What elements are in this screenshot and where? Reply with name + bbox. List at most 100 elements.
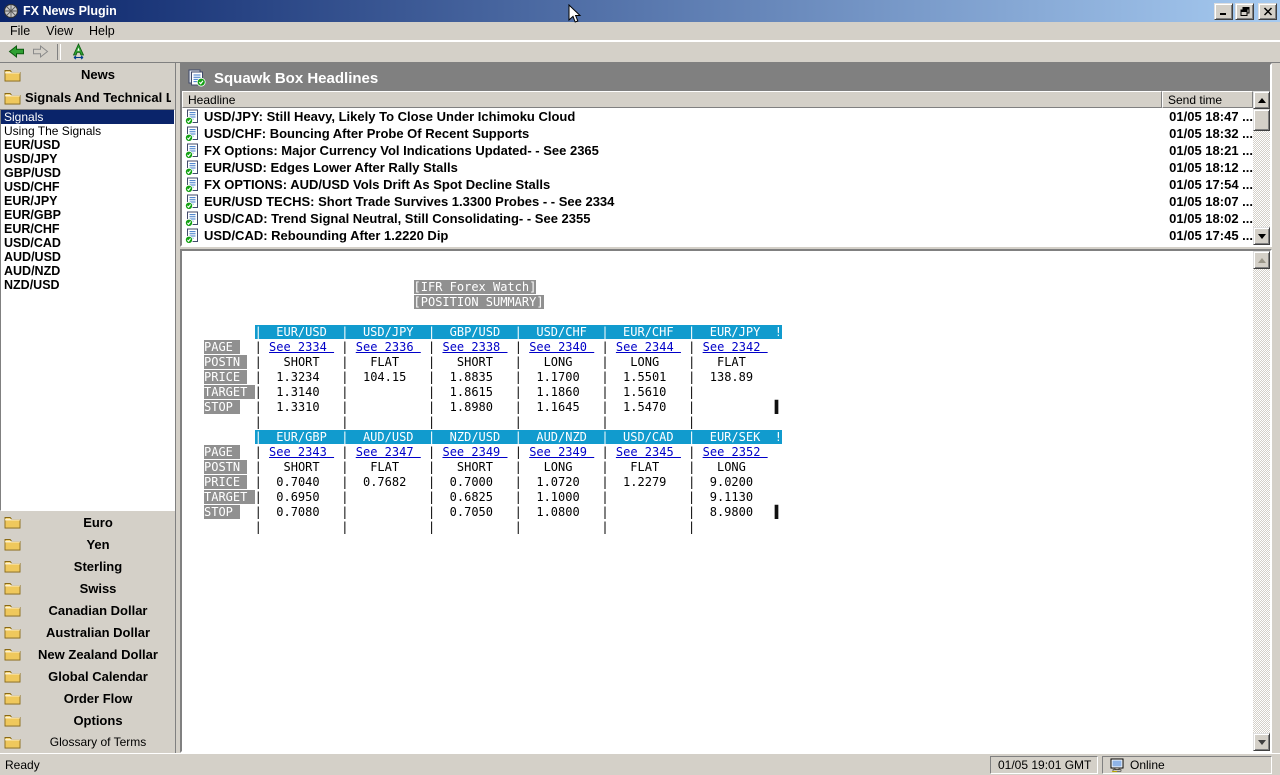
scroll-track[interactable] <box>1253 131 1270 227</box>
close-button[interactable] <box>1258 3 1277 20</box>
folder-label: Options <box>25 713 171 728</box>
sidebar-item-signals[interactable]: Signals <box>1 110 174 124</box>
sidebar-folder-signals-and-technical-le[interactable]: Signals And Technical Le <box>0 86 175 109</box>
summary-line: TARGET | 1.3140 | | 1.8615 | 1.1860 | 1.… <box>204 385 1253 400</box>
minimize-button[interactable] <box>1214 3 1233 20</box>
summary-text: | <box>255 340 269 354</box>
sidebar-item-eur-usd[interactable]: EUR/USD <box>1 138 174 152</box>
headline-send-time: 01/05 17:54 ... <box>1161 177 1253 192</box>
summary-text <box>247 370 254 384</box>
headlines-rows: USD/JPY: Still Heavy, Likely To Close Un… <box>182 108 1253 244</box>
page-link[interactable]: See 2342 <box>703 340 768 354</box>
sidebar-item-usd-cad[interactable]: USD/CAD <box>1 236 174 250</box>
headline-text: USD/JPY: Still Heavy, Likely To Close Un… <box>204 109 1161 124</box>
summary-text <box>240 400 254 414</box>
headline-doc-icon <box>184 109 200 125</box>
headline-row[interactable]: USD/CHF: Bouncing After Probe Of Recent … <box>182 125 1253 142</box>
column-send-time[interactable]: Send time <box>1162 91 1253 108</box>
forward-button[interactable] <box>28 42 52 62</box>
sidebar-folder-glossary-of-terms[interactable]: Glossary of Terms <box>0 731 175 753</box>
scroll-up-button[interactable] <box>1253 251 1270 269</box>
sidebar-item-using-the-signals[interactable]: Using The Signals <box>1 124 174 138</box>
font-size-button[interactable] <box>66 42 90 62</box>
sidebar-folder-order-flow[interactable]: Order Flow <box>0 687 175 709</box>
sidebar-folder-canadian-dollar[interactable]: Canadian Dollar <box>0 599 175 621</box>
sidebar-item-usd-chf[interactable]: USD/CHF <box>1 180 174 194</box>
summary-line: PAGE | See 2343 | See 2347 | See 2349 | … <box>204 445 1253 460</box>
scroll-down-button[interactable] <box>1253 733 1270 751</box>
summary-text: | <box>341 445 355 459</box>
sidebar-folder-swiss[interactable]: Swiss <box>0 577 175 599</box>
summary-line: | EUR/GBP | AUD/USD | NZD/USD | AUD/NZD … <box>204 430 1253 445</box>
headline-row[interactable]: EUR/USD TECHS: Short Trade Survives 1.33… <box>182 193 1253 210</box>
squawk-box-icon <box>188 69 207 87</box>
headline-row[interactable]: USD/JPY: Still Heavy, Likely To Close Un… <box>182 108 1253 125</box>
headline-row[interactable]: FX OPTIONS: AUD/USD Vols Drift As Spot D… <box>182 176 1253 193</box>
scroll-down-button[interactable] <box>1253 227 1270 245</box>
headline-row[interactable]: EUR/USD: Edges Lower After Rally Stalls0… <box>182 159 1253 176</box>
sidebar-folder-global-calendar[interactable]: Global Calendar <box>0 665 175 687</box>
summary-text: | <box>601 445 615 459</box>
summary-text <box>247 460 254 474</box>
row-label: PRICE <box>204 370 247 384</box>
page-link[interactable]: See 2352 <box>703 445 768 459</box>
headline-row[interactable]: FX Options: Major Currency Vol Indicatio… <box>182 142 1253 159</box>
headline-text: FX OPTIONS: AUD/USD Vols Drift As Spot D… <box>204 177 1161 192</box>
folder-icon <box>4 91 21 105</box>
sidebar-folder-yen[interactable]: Yen <box>0 533 175 555</box>
sidebar-list: SignalsUsing The SignalsEUR/USDUSD/JPYGB… <box>0 109 175 511</box>
summary-text: | 0.6950 | | 0.6825 | 1.1000 | | 9.1130 <box>255 490 775 504</box>
sidebar-folder-australian-dollar[interactable]: Australian Dollar <box>0 621 175 643</box>
scroll-thumb[interactable] <box>1253 109 1270 131</box>
headline-send-time: 01/05 17:45 ... <box>1161 228 1253 243</box>
headline-row[interactable]: USD/CAD: Trend Signal Neutral, Still Con… <box>182 210 1253 227</box>
status-ready: Ready <box>0 758 986 772</box>
summary-text: | SHORT | FLAT | SHORT | LONG | LONG | F… <box>255 355 775 369</box>
page-link[interactable]: See 2334 <box>269 340 334 354</box>
summary-text: | <box>428 445 442 459</box>
headline-send-time: 01/05 18:32 ... <box>1161 126 1253 141</box>
page-link[interactable]: See 2349 <box>529 445 594 459</box>
headline-doc-icon <box>184 143 200 159</box>
page-link[interactable]: See 2340 <box>529 340 594 354</box>
sidebar-item-usd-jpy[interactable]: USD/JPY <box>1 152 174 166</box>
page-link[interactable]: See 2338 <box>442 340 507 354</box>
font-size-icon <box>70 43 87 60</box>
headline-row[interactable]: USD/CAD: Rebounding After 1.2220 Dip01/0… <box>182 227 1253 244</box>
toolbar <box>0 40 1280 63</box>
menu-help[interactable]: Help <box>81 23 123 40</box>
scroll-track[interactable] <box>1253 269 1270 733</box>
restore-button[interactable] <box>1235 3 1254 20</box>
sidebar-folder-options[interactable]: Options <box>0 709 175 731</box>
sidebar-item-nzd-usd[interactable]: NZD/USD <box>1 278 174 292</box>
sidebar-folder-sterling[interactable]: Sterling <box>0 555 175 577</box>
menu-file[interactable]: File <box>2 23 38 40</box>
page-link[interactable]: See 2344 <box>616 340 681 354</box>
online-icon <box>1110 758 1125 772</box>
back-button[interactable] <box>4 42 28 62</box>
summary-scrollbar[interactable] <box>1253 251 1270 751</box>
page-link[interactable]: See 2345 <box>616 445 681 459</box>
headlines-scrollbar[interactable] <box>1253 91 1270 245</box>
sidebar-item-eur-gbp[interactable]: EUR/GBP <box>1 208 174 222</box>
sidebar-item-eur-jpy[interactable]: EUR/JPY <box>1 194 174 208</box>
summary-line: | EUR/USD | USD/JPY | GBP/USD | USD/CHF … <box>204 325 1253 340</box>
page-link[interactable]: See 2343 <box>269 445 334 459</box>
summary-text <box>240 340 254 354</box>
scroll-up-button[interactable] <box>1253 91 1270 109</box>
column-headline[interactable]: Headline <box>182 91 1162 108</box>
sidebar-folder-euro[interactable]: Euro <box>0 511 175 533</box>
page-link[interactable]: See 2336 <box>356 340 421 354</box>
position-summary-text: [IFR Forex Watch] [POSITION SUMMARY] | E… <box>182 251 1253 751</box>
page-link[interactable]: See 2347 <box>356 445 421 459</box>
sidebar-folder-news[interactable]: News <box>0 63 175 86</box>
sidebar-item-gbp-usd[interactable]: GBP/USD <box>1 166 174 180</box>
sidebar-item-aud-nzd[interactable]: AUD/NZD <box>1 264 174 278</box>
sidebar-folder-new-zealand-dollar[interactable]: New Zealand Dollar <box>0 643 175 665</box>
sidebar-item-eur-chf[interactable]: EUR/CHF <box>1 222 174 236</box>
page-link[interactable]: See 2349 <box>442 445 507 459</box>
sidebar-item-aud-usd[interactable]: AUD/USD <box>1 250 174 264</box>
folder-label: Order Flow <box>25 691 171 706</box>
menu-view[interactable]: View <box>38 23 81 40</box>
summary-text: | 1.3234 | 104.15 | 1.8835 | 1.1700 | 1.… <box>255 370 775 384</box>
